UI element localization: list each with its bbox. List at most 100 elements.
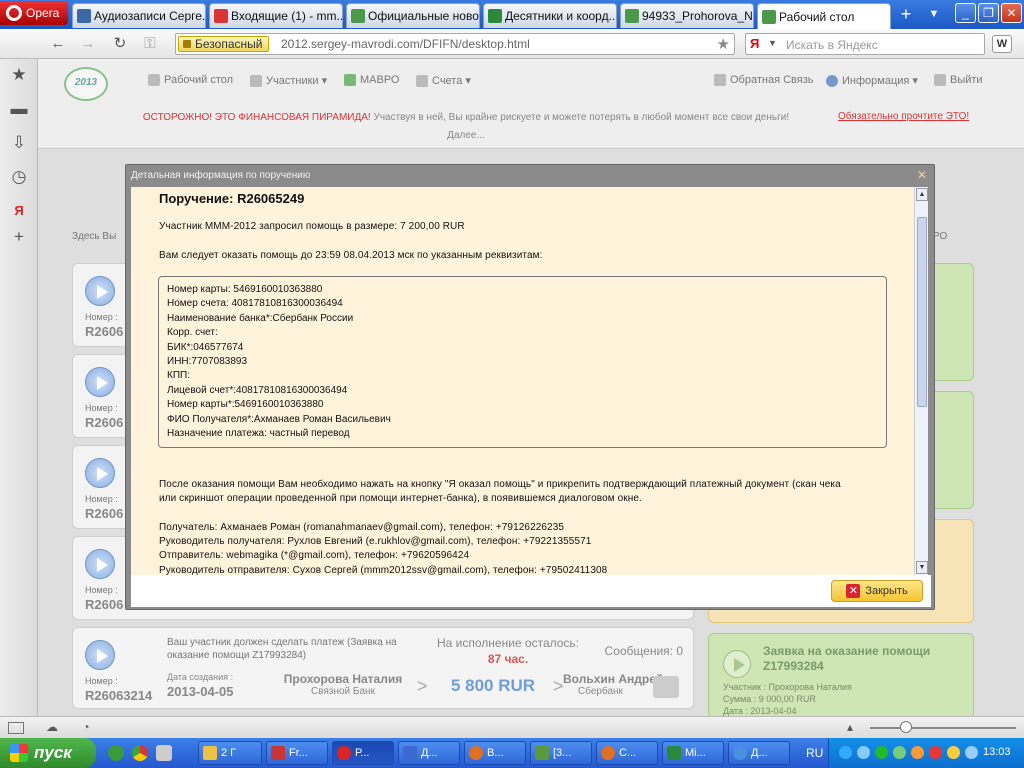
dialog-title: Детальная информация по поручению xyxy=(131,170,311,181)
tray-app-icon[interactable] xyxy=(947,746,960,759)
notepad-icon[interactable] xyxy=(156,745,172,761)
taskbar-item-opera[interactable]: Р... xyxy=(332,741,394,765)
order-card-r26063214[interactable]: Ваш участник должен сделать платеж (Заяв… xyxy=(72,627,694,709)
messages-count[interactable]: Сообщения: 0 xyxy=(603,644,683,658)
speed-dial-icon[interactable]: ◔ xyxy=(78,720,94,734)
taskbar-label: Д... xyxy=(421,747,438,759)
panel-toggle-icon[interactable] xyxy=(8,722,24,734)
notes-icon[interactable]: ▬ xyxy=(9,99,29,119)
yandex-icon[interactable]: Я xyxy=(9,201,29,221)
taskbar-item-firefox-2[interactable]: С... xyxy=(596,741,658,765)
url-field[interactable]: Безопасный 2012.sergey-mavrodi.com/DFIFN… xyxy=(175,33,735,55)
play-icon[interactable] xyxy=(85,367,115,397)
mavro-icon xyxy=(344,74,356,86)
start-button[interactable]: пуск xyxy=(0,738,96,768)
history-clock-icon[interactable]: ◷ xyxy=(9,167,29,187)
warning-text[interactable]: Участвуя в ней, Вы крайне рискуете и мож… xyxy=(371,112,789,141)
cloud-icon[interactable]: ☁ xyxy=(44,720,60,734)
taskbar-item-3[interactable]: [3... xyxy=(530,741,592,765)
search-engine-dropdown-icon[interactable]: ▼ xyxy=(768,38,777,48)
antivirus-icon[interactable] xyxy=(893,746,906,759)
volume-icon[interactable] xyxy=(965,746,978,759)
requisite-line: ФИО Получателя*:Ахманаев Роман Васильеви… xyxy=(167,414,391,425)
nav-feedback[interactable]: Обратная Связь xyxy=(714,74,814,86)
play-icon[interactable] xyxy=(85,458,115,488)
tray-arrow-icon[interactable] xyxy=(839,746,852,759)
nav-logout[interactable]: Выйти xyxy=(934,74,983,86)
mmm-logo[interactable]: 2013 xyxy=(64,67,108,101)
scroll-down-icon[interactable]: ▼ xyxy=(916,561,928,574)
taskbar-item-word[interactable]: Д... xyxy=(398,741,460,765)
play-icon[interactable] xyxy=(85,276,115,306)
gmail-favicon-icon xyxy=(214,9,228,23)
network-icon[interactable] xyxy=(857,746,870,759)
utorrent-icon[interactable] xyxy=(108,745,124,761)
contact-sender-manager: Руководитель отправителя: Сухов Сергей (… xyxy=(159,565,608,575)
zoom-slider[interactable] xyxy=(870,727,1016,729)
zoom-slider-handle[interactable] xyxy=(900,721,912,733)
firefox-icon xyxy=(601,746,615,760)
dialog-close-icon[interactable]: ✕ xyxy=(917,168,927,182)
tab-desktop-active[interactable]: Рабочий стол xyxy=(757,3,891,29)
tab-gmail[interactable]: Входящие (1) - mm... xyxy=(209,3,343,28)
tab-sheets[interactable]: Десятники и коорд... xyxy=(483,3,617,28)
password-key-icon[interactable]: ⚿ xyxy=(140,35,160,53)
close-button[interactable]: ✕ Закрыть xyxy=(831,580,923,602)
minimize-button[interactable]: _ xyxy=(955,3,976,23)
scroll-up-icon[interactable]: ▲ xyxy=(916,188,928,201)
opera-tray-icon[interactable] xyxy=(929,746,942,759)
dialog-scrollbar[interactable]: ▲ ▼ xyxy=(914,187,928,575)
nav-mavro[interactable]: МАВРО xyxy=(344,74,400,86)
must-read-link[interactable]: Обязательно прочтите ЭТО! xyxy=(838,111,969,122)
print-icon[interactable] xyxy=(653,676,679,698)
opera-menu-button[interactable]: Opera xyxy=(0,1,68,25)
play-icon[interactable] xyxy=(723,650,751,678)
back-button[interactable]: ← xyxy=(48,35,68,53)
requisites-box: Номер карты: 5469160010363880 Номер счет… xyxy=(158,276,887,448)
scroll-thumb[interactable] xyxy=(917,217,927,407)
wot-extension-icon[interactable]: W xyxy=(992,35,1012,53)
transfer-amount: 5 800 RUR xyxy=(450,676,536,695)
taskbar-item-firefox[interactable]: В... xyxy=(464,741,526,765)
taskbar-item-chrome[interactable]: Д... xyxy=(728,741,790,765)
nav-info[interactable]: Информация ▾ xyxy=(826,74,918,87)
bookmarks-star-icon[interactable]: ★ xyxy=(9,65,29,85)
zoom-out-icon[interactable]: ▴ xyxy=(842,720,858,734)
taskbar-item-fr[interactable]: Fr... xyxy=(266,741,328,765)
search-field[interactable]: Я ▼ Искать в Яндекс xyxy=(745,33,985,55)
restore-button[interactable]: ❐ xyxy=(978,3,999,23)
play-icon[interactable] xyxy=(85,549,115,579)
order-heading: Поручение: R26065249 xyxy=(159,191,305,206)
new-tab-button[interactable]: + xyxy=(893,4,919,24)
taskbar-item-folders[interactable]: 2 Г xyxy=(198,741,262,765)
tray-app-icon[interactable] xyxy=(911,746,924,759)
arrow-right-icon: > xyxy=(553,676,564,696)
secure-badge[interactable]: Безопасный xyxy=(178,36,270,52)
tab-audio[interactable]: Аудиозаписи Серге... xyxy=(72,3,206,28)
add-panel-icon[interactable]: + xyxy=(9,227,29,247)
order-number: R2606 xyxy=(85,415,124,430)
bookmark-star-icon[interactable]: ★ xyxy=(717,35,730,53)
dialog-body: Поручение: R26065249 Участник МММ-2012 з… xyxy=(131,187,918,575)
chrome-icon[interactable] xyxy=(132,745,148,761)
downloads-icon[interactable]: ⇩ xyxy=(9,133,29,153)
nav-accounts[interactable]: Счета ▾ xyxy=(416,74,471,87)
utorrent-tray-icon[interactable] xyxy=(875,746,888,759)
tab-prohorova[interactable]: 94933_Prohorova_N... xyxy=(620,3,754,28)
nav-participants[interactable]: Участники ▾ xyxy=(250,74,327,87)
tab-list-button[interactable]: ▼ xyxy=(924,4,944,24)
taskbar-item-excel[interactable]: Mi... xyxy=(662,741,724,765)
play-icon[interactable] xyxy=(85,640,115,670)
reload-button[interactable]: ↻ xyxy=(110,35,130,53)
tab-news[interactable]: Официальные ново... xyxy=(346,3,480,28)
nav-desktop[interactable]: Рабочий стол xyxy=(148,74,233,86)
order-number: R26063214 xyxy=(85,688,153,703)
order-number: R2606 xyxy=(85,324,124,339)
language-indicator[interactable]: RU xyxy=(806,746,823,760)
clock[interactable]: 13:03 xyxy=(983,746,1011,758)
help-request-card-z17993284[interactable]: Заявка на оказание помощи Z17993284 Учас… xyxy=(708,633,974,716)
close-window-button[interactable]: ✕ xyxy=(1001,3,1022,23)
order-number: R2606 xyxy=(85,506,124,521)
forward-button[interactable]: → xyxy=(78,35,98,53)
opera-label: Opera xyxy=(26,6,60,20)
